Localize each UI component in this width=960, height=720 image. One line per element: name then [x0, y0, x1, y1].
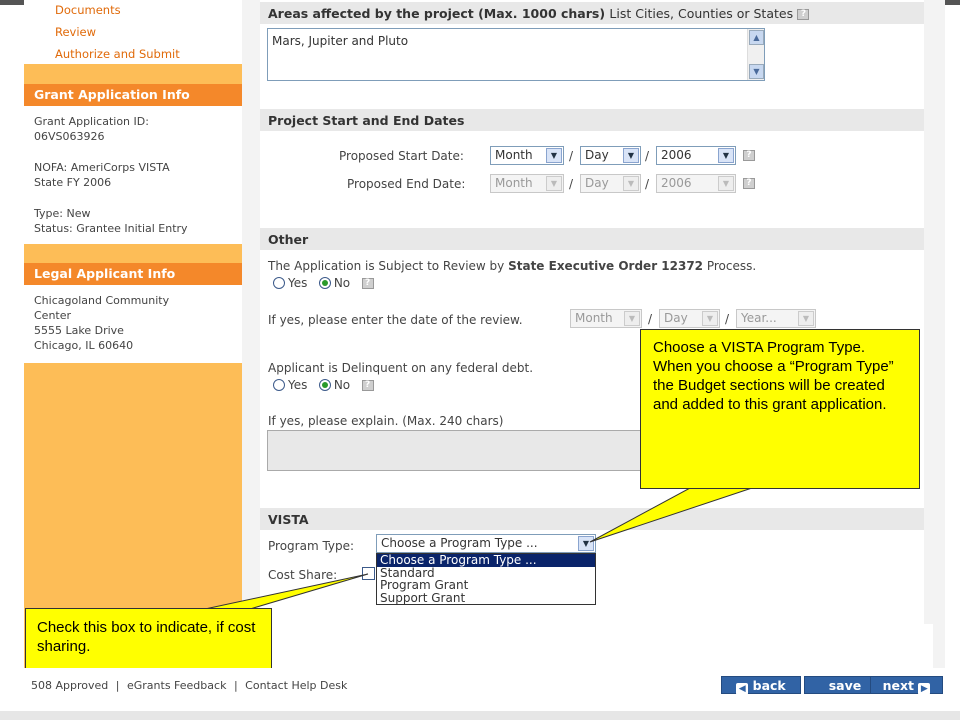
program-type-callout: Choose a VISTA Program Type. When you ch…: [640, 329, 920, 489]
program-callout-pointer: [589, 487, 753, 543]
program-type-callout-text: Choose a VISTA Program Type. When you ch…: [653, 339, 894, 413]
footer-link-508[interactable]: 508 Approved: [31, 679, 108, 692]
footer-separator: |: [233, 679, 238, 692]
footer-separator: |: [115, 679, 120, 692]
next-button-label: next: [882, 678, 915, 693]
save-button-label: save: [828, 678, 862, 693]
arrow-right-icon: ▶: [918, 683, 931, 695]
cost-share-callout-text: Check this box to indicate, if cost shar…: [37, 619, 256, 655]
back-button[interactable]: ◀ back: [721, 676, 801, 695]
cost-share-callout: Check this box to indicate, if cost shar…: [25, 608, 272, 673]
footer: 508 Approved | eGrants Feedback | Contac…: [24, 668, 945, 704]
bottom-strip: [0, 711, 960, 720]
cost-share-callout-pointer: [204, 573, 369, 610]
footer-link-feedback[interactable]: eGrants Feedback: [127, 679, 226, 692]
next-button[interactable]: next ▶: [870, 676, 943, 695]
back-button-label: back: [752, 678, 786, 693]
arrow-left-icon: ◀: [736, 683, 749, 695]
footer-links: 508 Approved | eGrants Feedback | Contac…: [29, 679, 349, 692]
footer-link-helpdesk[interactable]: Contact Help Desk: [245, 679, 347, 692]
